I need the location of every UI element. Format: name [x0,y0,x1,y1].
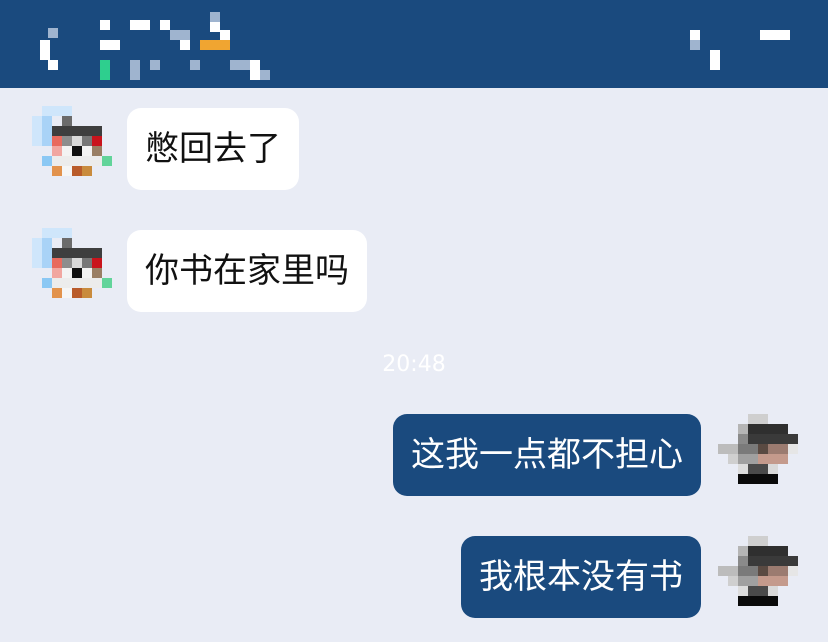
menu-button[interactable] [680,22,800,74]
timestamp: 20:48 [382,352,446,377]
message-bubble-incoming[interactable]: 你书在家里吗 [127,230,367,312]
top-bar [0,0,828,88]
back-arrow-icon [30,18,64,74]
chat-area[interactable]: 憋回去了 你书在家里吗 20:48 这我一点都不担心 我根本没有书 [0,88,828,642]
self-avatar[interactable] [718,536,798,616]
message-bubble-outgoing[interactable]: 这我一点都不担心 [393,414,701,496]
online-status [96,58,286,80]
message-bubble-incoming[interactable]: 憋回去了 [127,108,299,190]
menu-icon [680,22,800,74]
back-button[interactable] [30,18,64,74]
chat-title[interactable] [96,8,286,82]
message-bubble-outgoing[interactable]: 我根本没有书 [461,536,701,618]
self-avatar[interactable] [718,414,798,494]
contact-avatar[interactable] [32,228,112,308]
contact-avatar[interactable] [32,106,112,186]
